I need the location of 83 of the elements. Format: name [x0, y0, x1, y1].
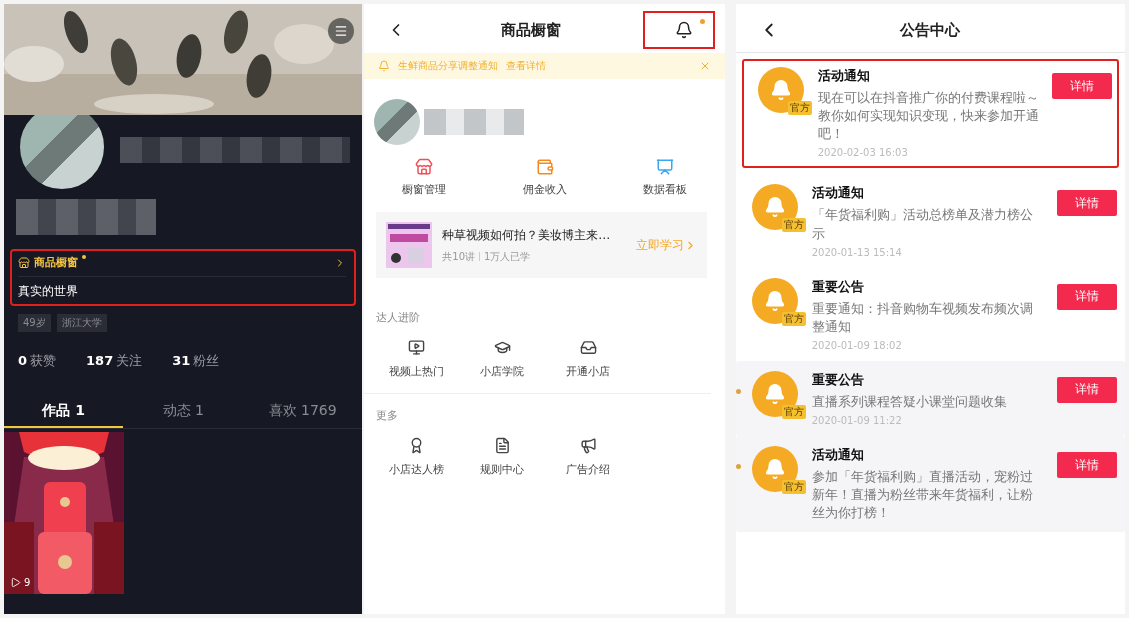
notice-item[interactable]: 官方 活动通知 参加「年货福利购」直播活动，宠粉过新年！直播为粉丝带来年货福利，让粉丝为你打榜！ 详情 — [735, 436, 1125, 533]
feature-button[interactable]: 开通小店 — [558, 339, 619, 379]
store-icon — [415, 158, 434, 176]
official-badge: 官方 — [781, 311, 806, 326]
notice-date: 2020-01-13 15:14 — [811, 246, 903, 258]
profile-tab[interactable]: 动态 1 — [123, 398, 243, 428]
bell-icon — [763, 196, 786, 219]
feature-button[interactable]: 视频上热门 — [386, 339, 447, 379]
graduation-cap-icon — [493, 339, 511, 356]
learn-text: 立即学习 — [635, 236, 684, 254]
avatar — [374, 99, 421, 145]
bell-icon — [763, 458, 786, 480]
detail-button[interactable]: 详情 — [1057, 190, 1117, 217]
notice-date: 2020-01-09 18:02 — [811, 339, 903, 351]
notice-title: 活动通知 — [817, 67, 871, 85]
tool-button[interactable]: 橱窗管理 — [364, 157, 485, 198]
official-badge: 官方 — [781, 480, 806, 494]
profile-tab[interactable]: 喜欢 1769 — [242, 398, 363, 428]
notice-item[interactable]: 官方 活动通知 现在可以在抖音推广你的付费课程啦～教你如何实现知识变现，快来参加开通吧！ 2020-02-03 16:03 详情 — [741, 59, 1119, 169]
profile-tag: 49岁 — [18, 314, 51, 332]
shop-icon — [579, 339, 597, 356]
official-badge: 官方 — [787, 101, 812, 115]
bell-icon — [769, 79, 792, 101]
store-icon — [18, 256, 30, 269]
feature-button[interactable]: 小店达人榜 — [386, 437, 447, 477]
unread-dot — [735, 388, 741, 394]
wallet-icon — [535, 158, 554, 176]
stat-value: 187 — [86, 353, 114, 368]
notification-button[interactable] — [642, 11, 715, 49]
notice-body: 直播系列课程答疑小课堂问题收集 — [811, 392, 1008, 411]
play-icon — [10, 577, 21, 588]
notice-body: 重要通知：抖音购物车视频发布频次调整通知 — [811, 299, 1034, 336]
official-badge: 官方 — [781, 404, 806, 419]
notice-date: 2020-02-03 16:03 — [817, 147, 909, 159]
course-card[interactable]: 种草视频如何拍？美妆博主来… 共10讲 1万人已学 立即学习 — [376, 212, 707, 278]
notice-title: 重要公告 — [811, 370, 865, 389]
detail-button[interactable]: 详情 — [1057, 283, 1117, 310]
stat-value: 31 — [172, 353, 191, 368]
showcase-label: 商品橱窗 — [34, 255, 78, 270]
stat-label: 关注 — [116, 353, 143, 368]
section-title: 达人进阶 — [375, 310, 422, 325]
megaphone-icon — [579, 437, 597, 454]
tool-button[interactable]: 数据看板 — [604, 157, 725, 198]
unread-dot — [735, 464, 741, 469]
bell-icon — [763, 382, 786, 405]
bell-icon — [763, 289, 786, 312]
screen-title: 商品橱窗 — [500, 20, 561, 40]
official-badge: 官方 — [781, 218, 806, 233]
lesson-count: 共10讲 — [442, 249, 476, 264]
stat-label: 粉丝 — [193, 353, 220, 368]
notice-date: 2020-01-09 11:22 — [811, 415, 903, 426]
course-title: 种草视频如何拍？美妆博主来… — [442, 226, 611, 244]
screen-title: 公告中心 — [900, 20, 961, 40]
feature-button[interactable]: 规则中心 — [472, 437, 533, 477]
play-count: 9 — [24, 577, 31, 588]
profile-tag: 浙江大学 — [56, 314, 107, 332]
notice-item[interactable]: 官方 重要公告 直播系列课程答疑小课堂问题收集 2020-01-09 11:22 详情 — [735, 360, 1125, 436]
chart-board-icon — [655, 158, 674, 176]
notice-body: 「年货福利购」活动总榜单及潜力榜公示 — [811, 206, 1034, 243]
video-icon — [407, 339, 425, 356]
bio-text: 真实的世界 — [18, 276, 347, 300]
tool-button[interactable]: 佣金收入 — [484, 157, 605, 198]
feature-button[interactable]: 广告介绍 — [558, 437, 619, 477]
notice-body: 现在可以在抖音推广你的付费课程啦～教你如何实现知识变现，快来参加开通吧！ — [817, 89, 1040, 144]
bell-icon — [674, 21, 693, 39]
learner-count: 1万人已学 — [484, 249, 531, 264]
bell-icon — [378, 60, 391, 72]
detail-button[interactable]: 详情 — [1057, 376, 1117, 403]
section-title: 更多 — [375, 408, 400, 423]
notice-title: 重要公告 — [811, 277, 865, 296]
document-icon — [493, 437, 511, 454]
showcase-panel[interactable]: 商品橱窗 真实的世界 — [10, 249, 357, 306]
detail-button[interactable]: 详情 — [1057, 452, 1117, 478]
notice-title: 活动通知 — [811, 446, 865, 464]
stat-value: 0 — [18, 353, 28, 368]
notice-body: 参加「年货福利购」直播活动，宠粉过新年！直播为粉丝带来年货福利，让粉丝为你打榜！ — [811, 468, 1034, 523]
detail-button[interactable]: 详情 — [1051, 73, 1112, 99]
stat-label: 获赞 — [30, 353, 57, 368]
menu-icon — [334, 24, 349, 38]
feature-button[interactable]: 小店学院 — [472, 339, 533, 379]
notice-title: 活动通知 — [811, 184, 865, 203]
notice-text: 生鲜商品分享调整通知 — [398, 59, 499, 73]
profile-tab[interactable]: 作品 1 — [4, 398, 124, 428]
